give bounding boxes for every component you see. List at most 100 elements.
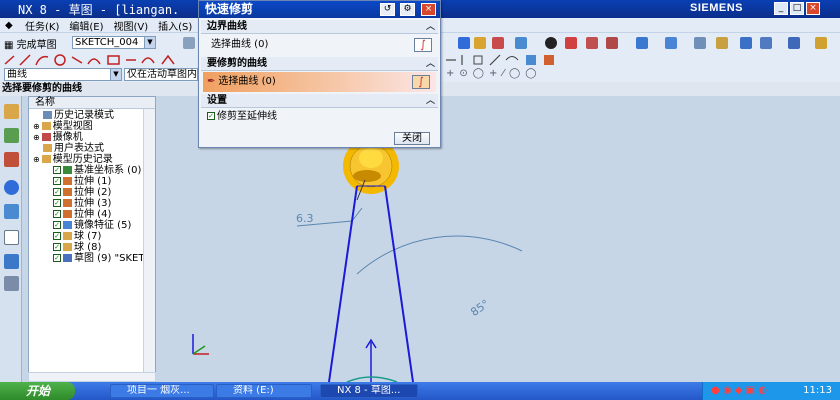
curve-select-icon[interactable]: ∫ — [414, 38, 432, 52]
angle-dimension-text[interactable]: 85° — [468, 297, 491, 319]
menu-task[interactable]: 任务(K) — [20, 18, 64, 33]
feature-checkbox[interactable]: ✓ — [53, 188, 61, 196]
settings-group-header[interactable]: 设置 ︿ — [201, 94, 438, 108]
trim-curve-group-header[interactable]: 要修剪的曲线 ︿ — [201, 57, 438, 71]
feature-icon — [63, 177, 72, 185]
view-icon[interactable] — [474, 37, 486, 49]
system-materials-icon[interactable] — [4, 276, 19, 291]
trim-to-extension-checkbox[interactable]: ✓ — [207, 112, 215, 120]
menu-edit[interactable]: 编辑(E) — [64, 18, 108, 33]
expand-icon[interactable]: ⊕ — [33, 155, 40, 164]
reuse-library-icon[interactable] — [4, 180, 19, 195]
scope-filter-value: 仅在活动草图内 — [127, 69, 197, 80]
task-nx[interactable]: NX 8 - 草图... — [320, 384, 418, 398]
analysis-icon[interactable] — [788, 37, 800, 49]
linear-dimension-text[interactable]: 6.3 — [296, 212, 314, 225]
navigator-item[interactable]: ✓ 镜像特征 (5) — [53, 220, 131, 231]
shade-icon[interactable] — [586, 37, 598, 49]
trim-select-curve-row[interactable]: ✒ 选择曲线 (0) ∫ — [203, 72, 436, 92]
curve-select-icon[interactable]: ∫ — [412, 75, 430, 89]
task-folder-project[interactable]: 项目一 烟灰... — [110, 384, 214, 398]
assembly-navigator-icon[interactable] — [4, 104, 19, 119]
close-button[interactable]: 关闭 — [394, 132, 430, 145]
navigator-item[interactable]: ⊕ 摄像机 — [33, 132, 83, 143]
trim-to-extension-row: ✓ 修剪至延伸线 — [201, 107, 438, 127]
curve-tools-icons[interactable] — [2, 53, 197, 67]
resource-bar — [0, 96, 22, 382]
finish-sketch-button[interactable]: ▦ 完成草图 — [4, 36, 57, 51]
navigator-column-name: 名称 — [35, 97, 55, 108]
section-icon[interactable] — [565, 37, 577, 49]
expand-icon[interactable]: ⊕ — [33, 122, 40, 131]
feature-checkbox[interactable]: ✓ — [53, 177, 61, 185]
roles-icon[interactable] — [4, 254, 19, 269]
rotate-icon[interactable] — [636, 37, 648, 49]
navigator-item[interactable]: 用户表达式 — [43, 143, 104, 154]
navigator-header: 名称 — [29, 97, 155, 109]
start-button[interactable]: 开始 — [0, 382, 75, 400]
dialog-close-icon[interactable]: × — [421, 3, 436, 16]
feature-checkbox[interactable]: ✓ — [53, 243, 61, 251]
snap-icon[interactable] — [458, 37, 470, 49]
navigator-item-label: 历史记录模式 — [54, 110, 114, 121]
sketch-line-right[interactable] — [384, 185, 414, 383]
clock[interactable]: 11:13 — [803, 382, 832, 400]
navigator-scrollbar[interactable] — [143, 109, 155, 381]
feature-checkbox[interactable]: ✓ — [53, 199, 61, 207]
navigator-item[interactable]: ✓ 球 (7) — [53, 231, 101, 242]
navigator-item[interactable]: ✓ 球 (8) — [53, 242, 101, 253]
navigator-hscrollbar[interactable] — [28, 372, 156, 382]
feature-checkbox[interactable]: ✓ — [53, 232, 61, 240]
navigator-item[interactable]: ✓ 拉伸 (4) — [53, 209, 111, 220]
feature-icon — [63, 199, 72, 207]
measure-icon[interactable] — [760, 37, 772, 49]
pan-icon[interactable] — [665, 37, 677, 49]
web-browser-icon[interactable] — [4, 204, 19, 219]
close-window-icon[interactable]: × — [806, 2, 820, 15]
edge-icon[interactable] — [606, 37, 618, 49]
feature-checkbox[interactable]: ✓ — [53, 210, 61, 218]
sketch-line-left[interactable] — [328, 185, 358, 383]
sketch-name-select[interactable]: SKETCH_004 ▼ — [72, 36, 156, 49]
navigator-item[interactable]: ✓ 拉伸 (3) — [53, 198, 111, 209]
color-icon[interactable] — [716, 37, 728, 49]
cube-icon[interactable] — [515, 37, 527, 49]
menu-insert[interactable]: 插入(S) — [153, 18, 197, 33]
layer-icon[interactable] — [694, 37, 706, 49]
constraint-navigator-icon[interactable] — [4, 128, 19, 143]
navigator-item[interactable]: ✓ 拉伸 (1) — [53, 176, 111, 187]
dialog-reset-icon[interactable]: ↺ — [380, 3, 395, 16]
task-folder-data[interactable]: 资料 (E:) — [216, 384, 312, 398]
navigator-item[interactable]: ✓ 草图 (9) "SKET... — [53, 253, 153, 264]
history-icon[interactable] — [4, 230, 19, 245]
expand-icon[interactable]: ⊕ — [33, 133, 40, 142]
orient-view-icon[interactable] — [183, 37, 195, 49]
type-filter-select[interactable]: 曲线 ▼ — [4, 68, 122, 81]
navigator-item[interactable]: ✓ 基准坐标系 (0) — [53, 165, 141, 176]
boundary-curve-group-header[interactable]: 边界曲线 ︿ — [201, 20, 438, 34]
constraint-icons[interactable] — [444, 53, 568, 67]
snap-point-icons[interactable]: +⊙◯+⁄◯◯ — [446, 68, 541, 79]
scope-filter-select[interactable]: 仅在活动草图内 — [124, 68, 198, 81]
tray-icons[interactable]: ● ◉ ◆ ▣ ◐ — [711, 382, 767, 400]
dialog-settings-icon[interactable]: ⚙ — [400, 3, 415, 16]
chevron-up-icon: ︿ — [425, 96, 435, 106]
tools-icon[interactable] — [815, 37, 827, 49]
part-navigator-icon[interactable] — [4, 152, 19, 167]
filter-icon[interactable] — [492, 37, 504, 49]
navigator-item[interactable]: ✓ 拉伸 (2) — [53, 187, 111, 198]
feature-checkbox[interactable]: ✓ — [53, 166, 61, 174]
menu-view[interactable]: 视图(V) — [109, 18, 154, 33]
render-icon[interactable] — [545, 37, 557, 49]
system-tray: ● ◉ ◆ ▣ ◐ 11:13 — [702, 382, 840, 400]
navigator-item[interactable]: ⊕ 模型历史记录 — [33, 154, 113, 165]
navigator-item[interactable]: ⊕ 模型视图 — [33, 121, 93, 132]
navigator-item[interactable]: 历史记录模式 — [43, 110, 114, 121]
wcs-icon[interactable] — [740, 37, 752, 49]
feature-checkbox[interactable]: ✓ — [53, 221, 61, 229]
app-menu-icon[interactable]: ◆ — [0, 20, 20, 31]
minimize-icon[interactable]: _ — [774, 2, 788, 15]
restore-icon[interactable]: □ — [790, 2, 804, 15]
feature-checkbox[interactable]: ✓ — [53, 254, 61, 262]
boundary-select-curve-row[interactable]: 选择曲线 (0) ∫ — [201, 35, 438, 55]
